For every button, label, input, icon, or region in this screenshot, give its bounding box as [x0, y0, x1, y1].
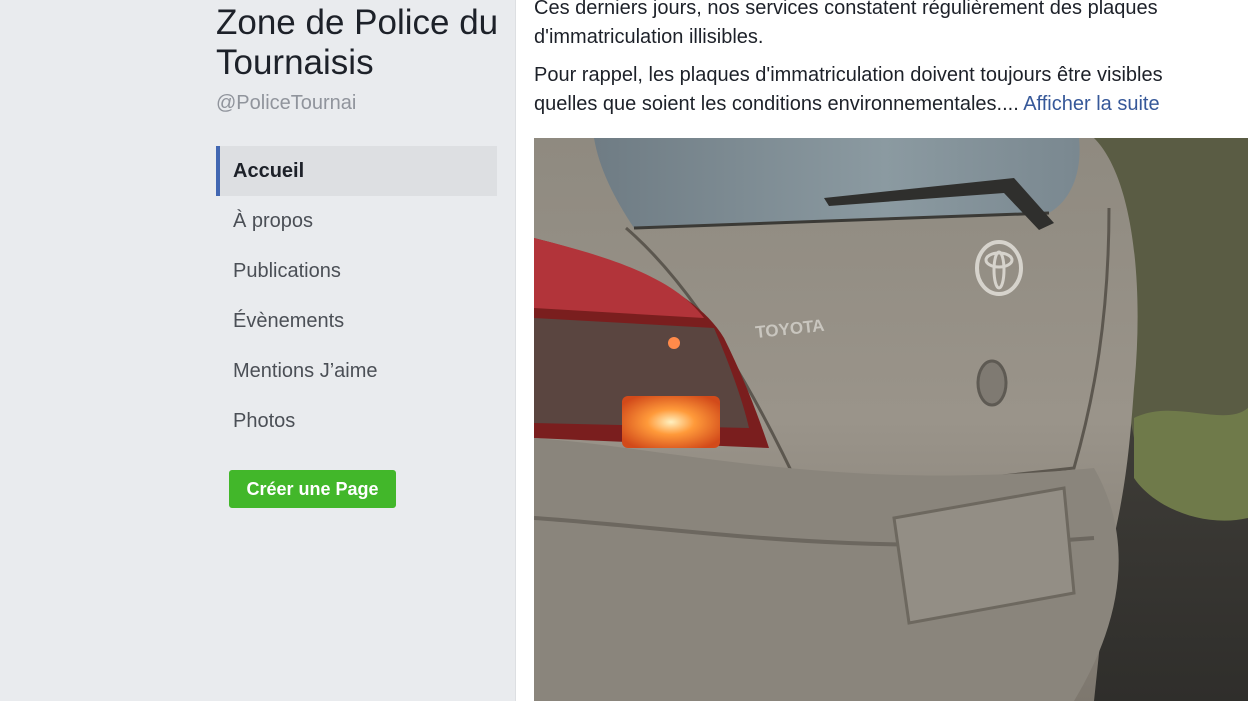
post-content: Ces derniers jours, nos services constat… — [516, 0, 1248, 701]
post-paragraph-2-line-1: Pour rappel, les plaques d'immatriculati… — [534, 64, 1163, 86]
nav-item-a-propos[interactable]: À propos — [216, 196, 497, 246]
left-sidebar: Zone de Police du Tournaisis @PoliceTour… — [0, 0, 516, 701]
dirty-car-rear-photo: TOYOTA — [534, 138, 1248, 701]
create-page-button[interactable]: Créer une Page — [229, 470, 396, 508]
nav-item-mentions-jaime[interactable]: Mentions J’aime — [216, 346, 497, 396]
see-more-link[interactable]: Afficher la suite — [1023, 93, 1159, 115]
page-nav: Accueil À propos Publications Évènements… — [216, 146, 497, 446]
page-title: Zone de Police du Tournaisis — [216, 3, 499, 82]
post-paragraph-2-line-2: quelles que soient les conditions enviro… — [534, 93, 1019, 115]
facebook-page: Zone de Police du Tournaisis @PoliceTour… — [0, 0, 1248, 701]
post-paragraph-1: Ces derniers jours, nos services constat… — [534, 0, 1246, 52]
post-paragraph-2: Pour rappel, les plaques d'immatriculati… — [534, 61, 1246, 119]
nav-item-publications[interactable]: Publications — [216, 246, 497, 296]
nav-item-accueil[interactable]: Accueil — [216, 146, 497, 196]
nav-item-evenements[interactable]: Évènements — [216, 296, 497, 346]
page-handle[interactable]: @PoliceTournai — [216, 91, 356, 115]
post-paragraph-1-line-2: d'immatriculation illisibles. — [534, 26, 764, 48]
post-photo[interactable]: TOYOTA — [534, 138, 1248, 701]
post-paragraph-1-line-1: Ces derniers jours, nos services constat… — [534, 0, 1158, 19]
nav-item-photos[interactable]: Photos — [216, 396, 497, 446]
post-text: Ces derniers jours, nos services constat… — [534, 0, 1246, 128]
